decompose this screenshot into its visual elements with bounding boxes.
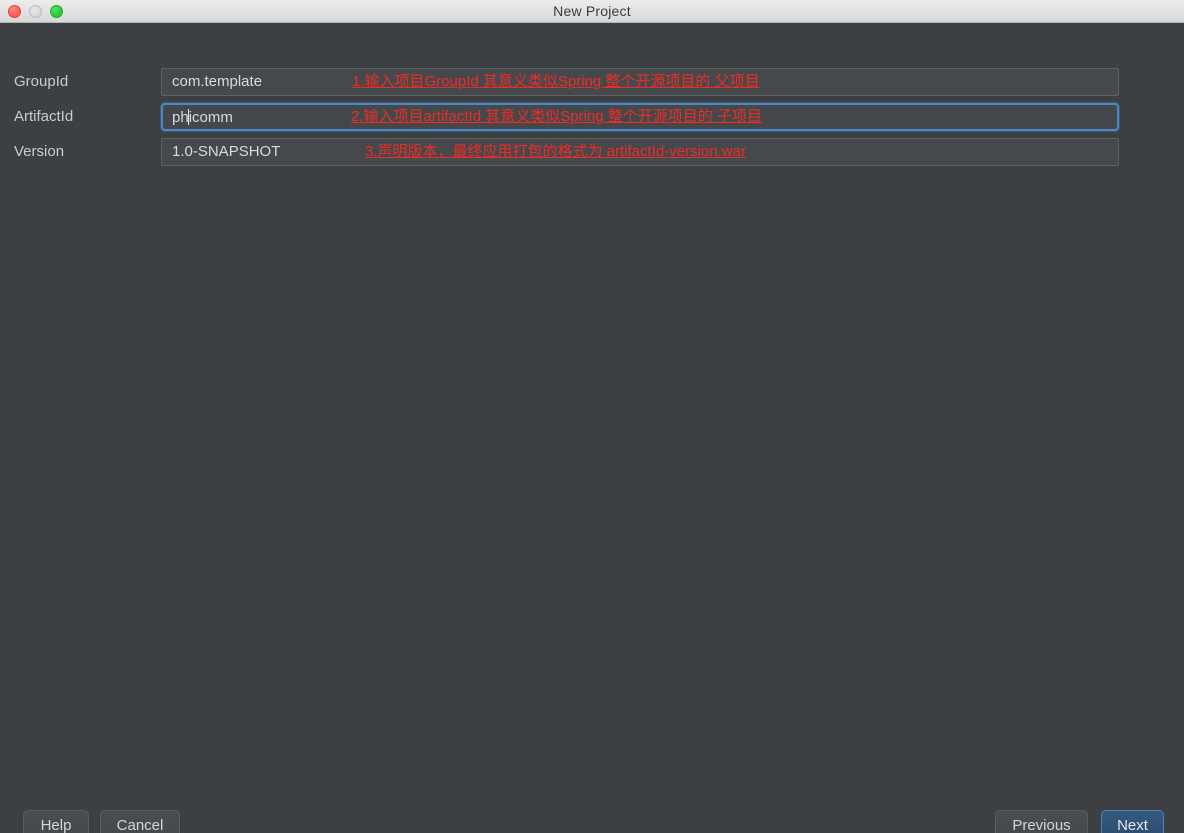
- groupid-input-value: com.template: [172, 73, 263, 90]
- window-title: New Project: [553, 3, 631, 19]
- version-input[interactable]: 1.0-SNAPSHOT: [161, 138, 1119, 166]
- form-row-artifactid: ArtifactId phicomm 2.输入项目artifactId 其意义类…: [0, 103, 1184, 131]
- artifactid-label: ArtifactId: [14, 108, 74, 125]
- form-row-groupid: GroupId com.template 1.输入项目GroupId 其意义类似…: [0, 68, 1184, 96]
- form-row-version: Version 1.0-SNAPSHOT 3.声明版本，最终应用打包的格式为 a…: [0, 138, 1184, 166]
- artifactid-text-after-caret: icomm: [188, 109, 233, 126]
- groupid-label: GroupId: [14, 73, 69, 90]
- version-input-value: 1.0-SNAPSHOT: [172, 143, 281, 160]
- groupid-input[interactable]: com.template: [161, 68, 1119, 96]
- help-button[interactable]: Help: [23, 810, 89, 833]
- previous-button[interactable]: Previous: [995, 810, 1088, 833]
- artifactid-input-value: phicomm: [172, 105, 233, 131]
- window-titlebar: New Project: [0, 0, 1184, 23]
- dialog-content: GroupId com.template 1.输入项目GroupId 其意义类似…: [0, 23, 1184, 833]
- artifactid-text-before-caret: ph: [172, 109, 189, 126]
- version-label: Version: [14, 143, 65, 160]
- artifactid-input[interactable]: phicomm: [161, 103, 1119, 131]
- cancel-button[interactable]: Cancel: [100, 810, 180, 833]
- next-button[interactable]: Next: [1101, 810, 1164, 833]
- new-project-dialog: New Project GroupId com.template 1.输入项目G…: [0, 0, 1184, 833]
